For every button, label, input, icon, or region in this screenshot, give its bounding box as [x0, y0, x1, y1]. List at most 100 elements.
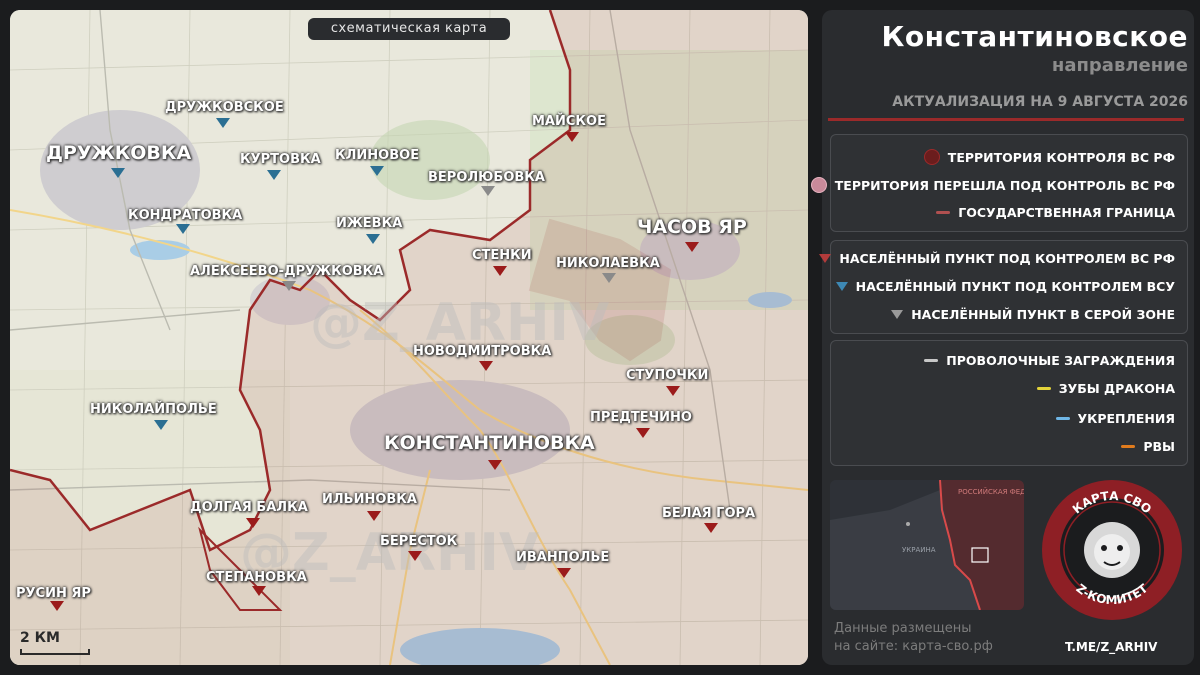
- legend-swatch: [891, 310, 904, 319]
- place-label[interactable]: ВЕРОЛЮБОВКА: [428, 170, 545, 185]
- panel-title: Константиновское: [881, 20, 1188, 53]
- legend-label: ЗУБЫ ДРАКОНА: [1058, 381, 1175, 396]
- place-label[interactable]: ЧАСОВ ЯР: [637, 216, 747, 238]
- legend-swatch: [810, 177, 827, 193]
- place-label[interactable]: КЛИНОВОЕ: [335, 148, 419, 163]
- karta-svo-emblem: КАРТА СВО Z-КОМИТЕТ: [1042, 480, 1182, 620]
- site-note-link[interactable]: на сайте: карта-сво.рф: [834, 638, 993, 656]
- legend-swatch: [924, 359, 939, 362]
- place-marker-rf[interactable]: [636, 428, 650, 438]
- legend-swatch: [1121, 445, 1136, 448]
- place-marker-gray[interactable]: [282, 281, 296, 291]
- place-marker-rf[interactable]: [557, 568, 571, 578]
- minimap-russia-label: РОССИЙСКАЯ ФЕДЕРАЦИЯ: [958, 487, 1024, 496]
- panel-subtitle: направление: [1051, 55, 1188, 76]
- place-label[interactable]: КУРТОВКА: [240, 152, 321, 167]
- legend-label: ГОСУДАРСТВЕННАЯ ГРАНИЦА: [958, 205, 1175, 220]
- legend-item: НАСЕЛЁННЫЙ ПУНКТ В СЕРОЙ ЗОНЕ: [891, 307, 1175, 322]
- legend-item: НАСЕЛЁННЫЙ ПУНКТ ПОД КОНТРОЛЕМ ВСУ: [835, 279, 1175, 294]
- place-label[interactable]: БЕЛАЯ ГОРА: [662, 506, 755, 521]
- place-marker-ukr[interactable]: [111, 168, 125, 178]
- place-label[interactable]: СТУПОЧКИ: [626, 368, 708, 383]
- legend-label: ТЕРРИТОРИЯ ПЕРЕШЛА ПОД КОНТРОЛЬ ВС РФ: [834, 177, 1175, 193]
- place-marker-rf[interactable]: [704, 523, 718, 533]
- place-label[interactable]: ПРЕДТЕЧИНО: [590, 410, 692, 425]
- telegram-link[interactable]: T.ME/Z_ARHIV: [1065, 640, 1157, 654]
- place-label[interactable]: АЛЕКСЕЕВО-ДРУЖКОВКА: [190, 264, 383, 279]
- place-label[interactable]: НИКОЛАЕВКА: [556, 256, 660, 271]
- legend-label: ПРОВОЛОЧНЫЕ ЗАГРАЖДЕНИЯ: [946, 353, 1175, 368]
- place-marker-rf[interactable]: [50, 601, 64, 611]
- place-marker-rf[interactable]: [252, 586, 266, 596]
- legend-swatch: [936, 211, 951, 214]
- scale-bar: [20, 649, 90, 655]
- legend-label: НАСЕЛЁННЫЙ ПУНКТ ПОД КОНТРОЛЕМ ВСУ: [855, 279, 1175, 294]
- place-marker-gray[interactable]: [602, 273, 616, 283]
- minimap-ukraine-label: УКРАИНА: [902, 546, 936, 554]
- legend-swatch: [1036, 387, 1051, 390]
- place-marker-rf[interactable]: [367, 511, 381, 521]
- legend-label: УКРЕПЛЕНИЯ: [1077, 411, 1176, 426]
- place-marker-gray[interactable]: [481, 186, 495, 196]
- site-note-line: Данные размещены: [834, 621, 972, 636]
- place-label[interactable]: КОНСТАНТИНОВКА: [384, 432, 595, 454]
- place-label[interactable]: ИЛЬИНОВКА: [322, 492, 417, 507]
- place-marker-ukr[interactable]: [154, 420, 168, 430]
- legend-item: РВЫ: [1121, 439, 1175, 454]
- place-marker-rf[interactable]: [408, 551, 422, 561]
- legend-settlements-box: НАСЕЛЁННЫЙ ПУНКТ ПОД КОНТРОЛЕМ ВС РФ НАС…: [819, 240, 1188, 334]
- legend-item: ГОСУДАРСТВЕННАЯ ГРАНИЦА: [936, 205, 1175, 220]
- place-marker-ukr[interactable]: [366, 234, 380, 244]
- legend-label: РВЫ: [1143, 439, 1175, 454]
- place-label[interactable]: НОВОДМИТРОВКА: [413, 344, 551, 359]
- map-area[interactable]: @Z_ARHIV @Z_ARHIV схематическая карта ДР…: [10, 10, 808, 665]
- title-divider: [828, 118, 1184, 121]
- place-marker-ukr[interactable]: [176, 224, 190, 234]
- place-label[interactable]: ИЖЕВКА: [336, 216, 402, 231]
- place-label[interactable]: СТЕНКИ: [472, 248, 532, 263]
- place-marker-rf[interactable]: [685, 242, 699, 252]
- overview-minimap[interactable]: УКРАИНА РОССИЙСКАЯ ФЕДЕРАЦИЯ: [830, 480, 1024, 610]
- place-label[interactable]: ДОЛГАЯ БАЛКА: [190, 500, 308, 515]
- place-label[interactable]: МАЙСКОЕ: [532, 114, 606, 129]
- map-title-badge: схематическая карта: [308, 18, 510, 40]
- legend-territory-box: ТЕРРИТОРИЯ КОНТРОЛЯ ВС РФ ТЕРРИТОРИЯ ПЕР…: [810, 134, 1188, 232]
- legend-label: НАСЕЛЁННЫЙ ПУНКТ В СЕРОЙ ЗОНЕ: [911, 307, 1175, 322]
- site-note: Данные размещены на сайте: карта-сво.рф: [834, 620, 993, 656]
- minimap-graphic: УКРАИНА РОССИЙСКАЯ ФЕДЕРАЦИЯ: [830, 480, 1024, 610]
- place-marker-rf[interactable]: [488, 460, 502, 470]
- place-marker-rf[interactable]: [666, 386, 680, 396]
- legend-item: ПРОВОЛОЧНЫЕ ЗАГРАЖДЕНИЯ: [924, 353, 1175, 368]
- map-background: @Z_ARHIV @Z_ARHIV: [10, 10, 808, 665]
- place-label[interactable]: ДРУЖКОВКА: [46, 142, 191, 164]
- legend-item: УКРЕПЛЕНИЯ: [1055, 411, 1176, 426]
- lion-head-icon: [1084, 522, 1140, 578]
- scale-label: 2 КМ: [20, 630, 60, 646]
- legend-swatch: [923, 149, 940, 165]
- place-marker-rf[interactable]: [479, 361, 493, 371]
- place-label[interactable]: СТЕПАНОВКА: [206, 570, 307, 585]
- place-label[interactable]: ИВАНПОЛЬЕ: [516, 550, 609, 565]
- place-marker-rf[interactable]: [565, 132, 579, 142]
- place-marker-rf[interactable]: [493, 266, 507, 276]
- legend-item: ТЕРРИТОРИЯ КОНТРОЛЯ ВС РФ: [923, 149, 1175, 165]
- place-marker-ukr[interactable]: [216, 118, 230, 128]
- update-date: АКТУАЛИЗАЦИЯ НА 9 АВГУСТА 2026: [892, 94, 1188, 110]
- place-label[interactable]: ДРУЖКОВСКОЕ: [165, 100, 284, 115]
- place-label[interactable]: НИКОЛАЙПОЛЬЕ: [90, 402, 217, 417]
- place-marker-ukr[interactable]: [370, 166, 384, 176]
- legend-item: ЗУБЫ ДРАКОНА: [1036, 381, 1175, 396]
- legend-label: ТЕРРИТОРИЯ КОНТРОЛЯ ВС РФ: [947, 149, 1175, 165]
- place-label[interactable]: БЕРЕСТОК: [380, 534, 457, 549]
- legend-label: НАСЕЛЁННЫЙ ПУНКТ ПОД КОНТРОЛЕМ ВС РФ: [839, 251, 1175, 266]
- place-marker-rf[interactable]: [246, 518, 260, 528]
- legend-swatch: [819, 254, 832, 263]
- place-label[interactable]: КОНДРАТОВКА: [128, 208, 242, 223]
- place-marker-ukr[interactable]: [267, 170, 281, 180]
- legend-swatch: [835, 282, 848, 291]
- place-label[interactable]: РУСИН ЯР: [16, 586, 91, 601]
- legend-item: НАСЕЛЁННЫЙ ПУНКТ ПОД КОНТРОЛЕМ ВС РФ: [819, 251, 1175, 266]
- legend-swatch: [1055, 417, 1070, 420]
- legend-defense-box: ПРОВОЛОЧНЫЕ ЗАГРАЖДЕНИЯ ЗУБЫ ДРАКОНА УКР…: [830, 340, 1188, 466]
- legend-item: ТЕРРИТОРИЯ ПЕРЕШЛА ПОД КОНТРОЛЬ ВС РФ: [810, 177, 1175, 193]
